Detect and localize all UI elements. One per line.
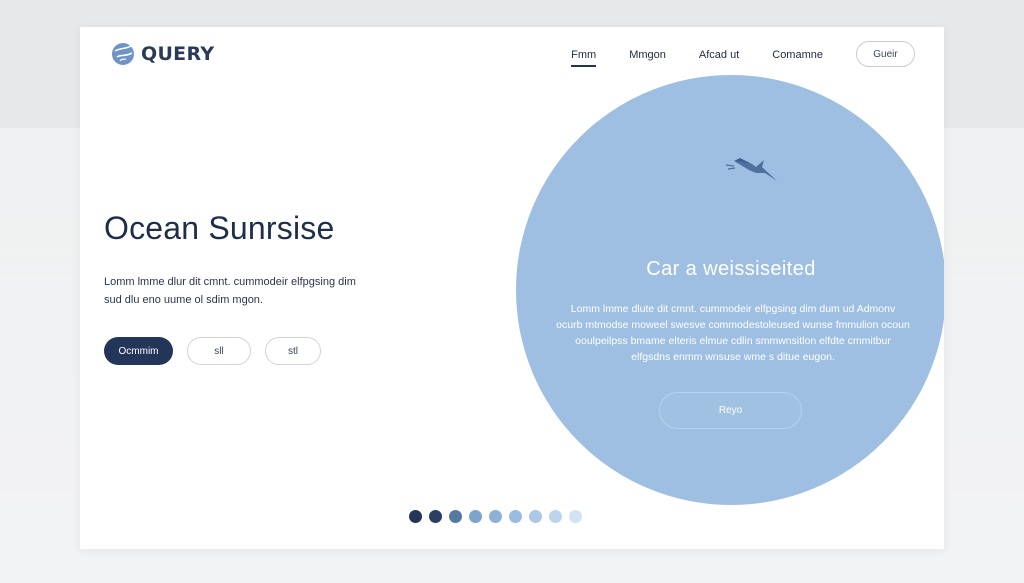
feature-description-line: Lomm lmme dlute dit cmnt. cummodeir elfp… <box>570 303 896 315</box>
pagination-dot[interactable] <box>449 510 462 523</box>
feature-button[interactable]: Reyo <box>659 392 802 429</box>
feature-description: Lomm lmme dlute dit cmnt. cummodeir elfp… <box>528 301 938 365</box>
hero-title: Ocean Sunrsise <box>104 210 335 246</box>
pagination-dot[interactable] <box>469 510 482 523</box>
globe-icon <box>112 43 134 65</box>
feature-title: Car a weissiseited <box>646 258 816 280</box>
hero-description-line: Lomm lmme dlur dit cmnt. cummodeir elfpg… <box>104 276 356 288</box>
pagination-dot[interactable] <box>509 510 522 523</box>
feature-description-line: ooulpeilpss bmame elteris elmue cdlin sm… <box>575 335 891 347</box>
pagination-dot[interactable] <box>549 510 562 523</box>
tertiary-button[interactable]: stl <box>265 337 321 365</box>
brand-logo[interactable]: QUERY <box>111 42 214 66</box>
secondary-button[interactable]: sll <box>187 337 251 365</box>
top-nav: Fmm Mmgon Afcad ut Comamne Gueir <box>571 41 915 67</box>
brand-name: QUERY <box>141 43 215 65</box>
landing-card: QUERY Fmm Mmgon Afcad ut Comamne Gueir O… <box>80 27 944 549</box>
bird-icon <box>725 158 777 181</box>
hero-description: Lomm lmme dlur dit cmnt. cummodeir elfpg… <box>104 273 404 309</box>
pagination-dot[interactable] <box>529 510 542 523</box>
feature-description-line: ocurb mtmodse moweel swesve commodestole… <box>556 319 910 331</box>
nav-item-home[interactable]: Fmm <box>571 41 597 67</box>
pagination-dot[interactable] <box>429 510 442 523</box>
pagination-dot[interactable] <box>409 510 422 523</box>
nav-cta-button[interactable]: Gueir <box>856 41 915 67</box>
pagination-dot[interactable] <box>569 510 582 523</box>
hero-description-line: sud dlu eno uume ol sdim mgon. <box>104 294 263 306</box>
primary-button[interactable]: Ocmmim <box>104 337 173 365</box>
carousel-pagination <box>409 510 582 523</box>
nav-item-4[interactable]: Comamne <box>772 41 823 67</box>
feature-circle: Car a weissiseited Lomm lmme dlute dit c… <box>516 75 944 505</box>
pagination-dot[interactable] <box>489 510 502 523</box>
feature-description-line: elfgsdns enmm wnsuse wme s ditue eugon. <box>631 351 835 363</box>
hero-button-group: Ocmmim sll stl <box>104 337 321 365</box>
nav-item-3[interactable]: Afcad ut <box>699 41 739 67</box>
nav-item-2[interactable]: Mmgon <box>629 41 666 67</box>
